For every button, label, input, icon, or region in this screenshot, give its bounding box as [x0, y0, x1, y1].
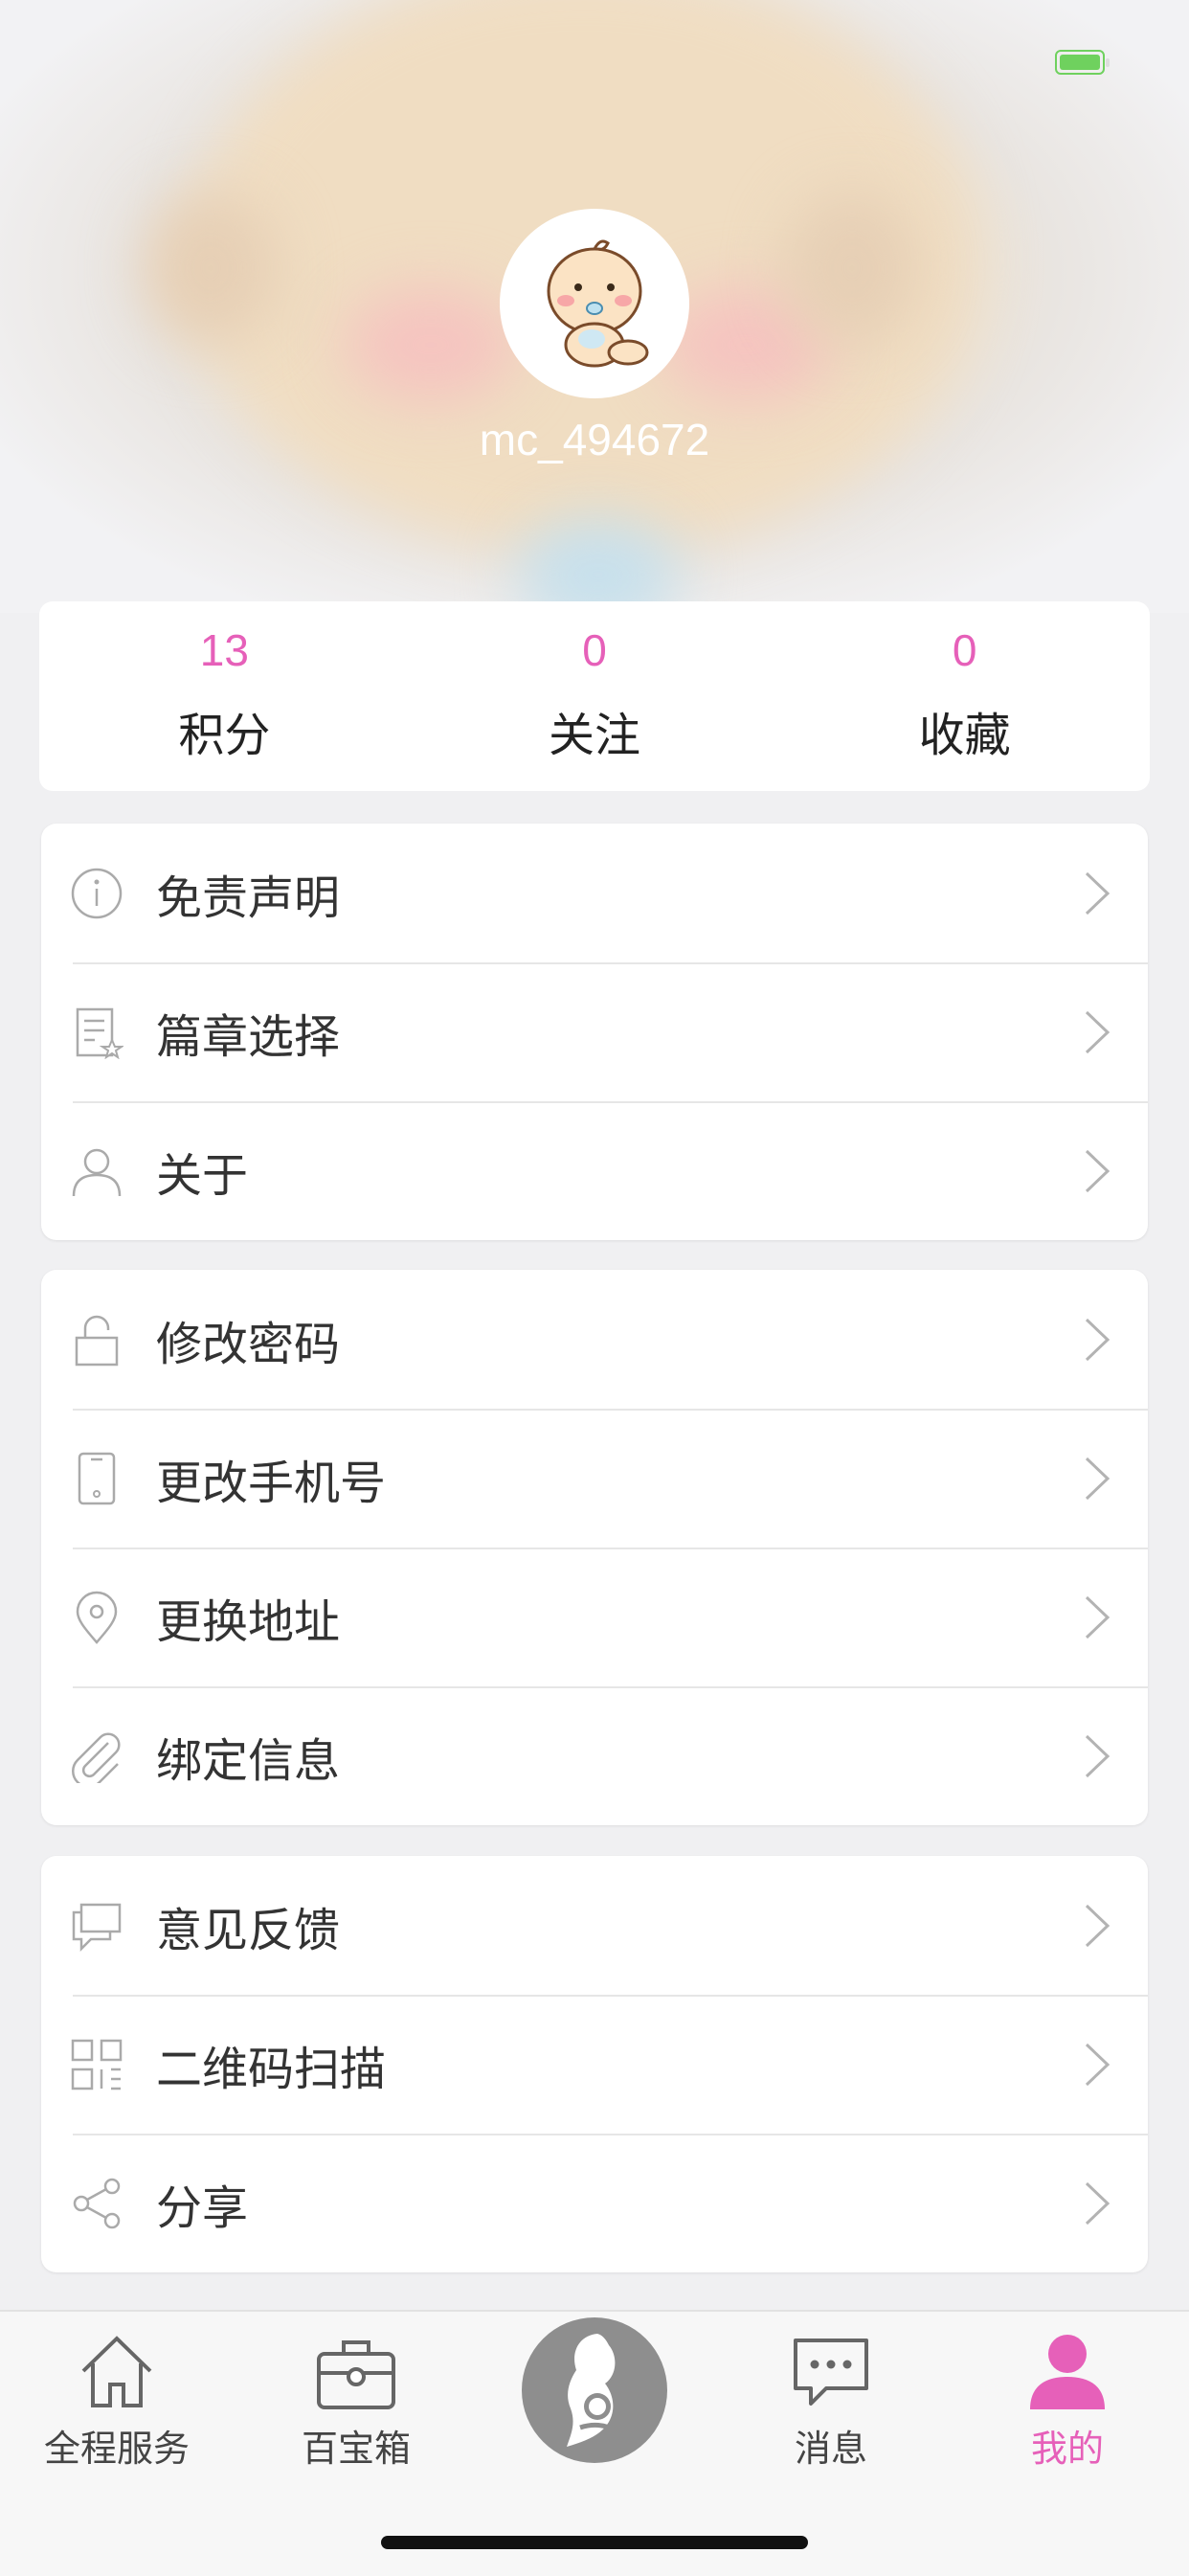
- battery-icon: [1055, 50, 1110, 75]
- chevron-right-icon: [1085, 1010, 1110, 1053]
- stat-favorites[interactable]: 0 收藏: [779, 601, 1150, 791]
- menu-item-bind-info[interactable]: 绑定信息: [41, 1686, 1148, 1825]
- menu-group-3: 意见反馈 二维码扫描 分享: [41, 1856, 1148, 2272]
- menu-item-qr-scan[interactable]: 二维码扫描: [41, 1995, 1148, 2134]
- location-pin-icon: [70, 1591, 123, 1644]
- lock-icon: [70, 1313, 123, 1367]
- briefcase-icon: [317, 2340, 395, 2409]
- chevron-right-icon: [1085, 1904, 1110, 1947]
- chevron-right-icon: [1085, 1595, 1110, 1638]
- stats-card: 13 积分 0 关注 0 收藏: [39, 601, 1150, 791]
- header-bg-blob: [345, 287, 517, 402]
- menu-item-disclaimer[interactable]: 免责声明: [41, 824, 1148, 962]
- menu-item-label: 更换地址: [156, 1594, 341, 1649]
- menu-item-label: 意见反馈: [156, 1903, 341, 1957]
- stat-label: 关注: [549, 709, 641, 762]
- chevron-right-icon: [1085, 2181, 1110, 2225]
- stat-label: 收藏: [918, 709, 1011, 762]
- message-icon: [794, 2339, 868, 2406]
- menu-item-label: 更改手机号: [156, 1456, 387, 1510]
- tab-messages[interactable]: 消息: [726, 2329, 936, 2472]
- avatar[interactable]: [500, 209, 689, 398]
- menu-item-label: 分享: [156, 2181, 249, 2235]
- document-star-icon: [70, 1006, 123, 1059]
- menu-item-label: 关于: [156, 1148, 249, 1203]
- menu-item-share[interactable]: 分享: [41, 2134, 1148, 2272]
- header-bg-blob: [785, 192, 919, 345]
- menu-group-1: 免责声明 篇章选择 关于: [41, 824, 1148, 1240]
- tab-toolbox[interactable]: 百宝箱: [251, 2329, 461, 2472]
- username: mc_494672: [479, 415, 710, 464]
- menu-item-change-password[interactable]: 修改密码: [41, 1270, 1148, 1409]
- header-bg-blob: [144, 192, 278, 345]
- chevron-right-icon: [1085, 1149, 1110, 1192]
- home-indicator[interactable]: [381, 2536, 808, 2549]
- menu-item-label: 二维码扫描: [156, 2042, 387, 2096]
- tab-mine[interactable]: 我的: [962, 2329, 1173, 2472]
- chevron-right-icon: [1085, 1318, 1110, 1361]
- chevron-right-icon: [1085, 1734, 1110, 1777]
- menu-item-chapter-select[interactable]: 篇章选择: [41, 962, 1148, 1101]
- chevron-right-icon: [1085, 1457, 1110, 1500]
- tab-label: 百宝箱: [301, 2428, 411, 2470]
- stat-value: 0: [952, 625, 977, 675]
- user-icon: [1030, 2335, 1105, 2409]
- stat-points[interactable]: 13 积分: [39, 601, 410, 791]
- stat-value: 0: [582, 625, 607, 675]
- info-icon: [70, 867, 123, 920]
- baby-avatar-icon: [547, 239, 649, 368]
- center-action-button[interactable]: [522, 2317, 667, 2463]
- qr-code-icon: [70, 2038, 123, 2091]
- chat-bubble-icon: [70, 1899, 123, 1953]
- tab-label: 我的: [1030, 2428, 1104, 2470]
- menu-item-change-address[interactable]: 更换地址: [41, 1548, 1148, 1686]
- menu-item-change-phone[interactable]: 更改手机号: [41, 1409, 1148, 1548]
- menu-item-feedback[interactable]: 意见反馈: [41, 1856, 1148, 1995]
- stat-value: 13: [199, 625, 249, 675]
- menu-item-label: 免责声明: [156, 870, 341, 925]
- chevron-right-icon: [1085, 871, 1110, 915]
- tab-label: 全程服务: [43, 2428, 190, 2470]
- paperclip-icon: [70, 1729, 123, 1783]
- tab-label: 消息: [794, 2428, 867, 2470]
- tab-full-service[interactable]: 全程服务: [11, 2329, 222, 2472]
- home-icon: [81, 2336, 152, 2407]
- stat-following[interactable]: 0 关注: [410, 601, 780, 791]
- chevron-right-icon: [1085, 2043, 1110, 2086]
- menu-item-label: 绑定信息: [156, 1733, 341, 1788]
- mother-baby-icon: [567, 2334, 618, 2447]
- person-icon: [70, 1144, 123, 1198]
- phone-icon: [70, 1452, 123, 1505]
- profile-header: mc_494672: [0, 0, 1189, 613]
- stat-label: 积分: [178, 709, 271, 762]
- menu-item-about[interactable]: 关于: [41, 1101, 1148, 1240]
- menu-group-2: 修改密码 更改手机号 更换地址 绑定信息: [41, 1270, 1148, 1825]
- menu-item-label: 篇章选择: [156, 1009, 341, 1064]
- share-icon: [70, 2177, 123, 2230]
- menu-item-label: 修改密码: [156, 1317, 341, 1371]
